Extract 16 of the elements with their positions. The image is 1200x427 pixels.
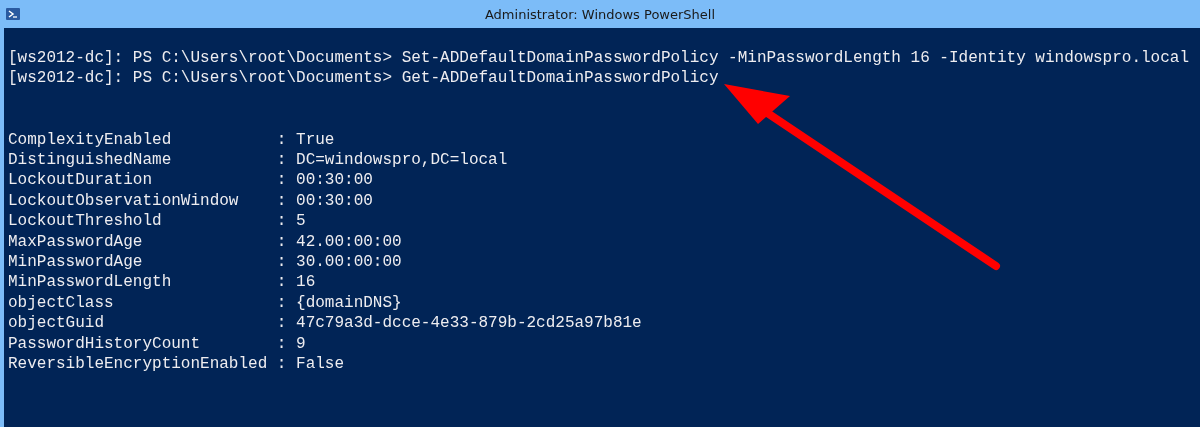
command-line: [ws2012-dc]: PS C:\Users\root\Documents> Set-ADDefaultDomainPasswordPolicy -MinPasswordLength 16 -Identity windowspro.local: [8, 48, 1190, 69]
output-line: DistinguishedName : DC=windowspro,DC=local: [8, 150, 509, 171]
output-line: LockoutThreshold : 5: [8, 211, 307, 232]
output-line: MaxPasswordAge : 42.00:00:00: [8, 231, 403, 253]
output-line: objectClass : {domainDNS}: [8, 292, 403, 314]
output-line: objectGuid : 47c79a3d-dcce-4e33-879b-2cd25a97b81e: [8, 313, 643, 334]
output-line: PasswordHistoryCount : 9: [8, 333, 307, 355]
output-line: ComplexityEnabled : True: [8, 129, 336, 150]
powershell-icon: [6, 8, 20, 20]
output-line: ReversibleEncryptionEnabled : False: [8, 354, 346, 375]
window-title: Administrator: Windows PowerShell: [484, 6, 716, 22]
command-line: [ws2012-dc]: PS C:\Users\root\Documents> Get-ADDefaultDomainPasswordPolicy: [8, 68, 720, 89]
output-line: MinPasswordLength : 16: [8, 272, 317, 293]
output-line: LockoutObservationWindow : 00:30:00: [8, 190, 374, 212]
output-line: MinPasswordAge : 30.00:00:00: [8, 252, 403, 273]
output-line: LockoutDuration : 00:30:00: [8, 170, 374, 191]
